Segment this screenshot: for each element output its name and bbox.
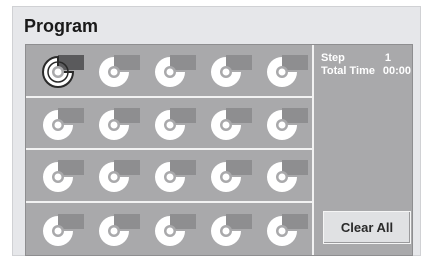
disc-track-icon — [155, 55, 196, 88]
disc-track-icon — [155, 160, 196, 193]
track-slot[interactable] — [208, 51, 252, 89]
track-slot[interactable] — [40, 210, 84, 248]
track-slot[interactable] — [208, 156, 252, 194]
track-slot[interactable] — [208, 104, 252, 142]
track-slot[interactable] — [208, 210, 252, 248]
disc-track-icon — [99, 107, 140, 140]
total-time-label: Total Time — [321, 65, 375, 77]
disc-track-icon — [267, 160, 308, 193]
disc-track-icon — [211, 107, 252, 140]
track-slot[interactable] — [152, 210, 196, 248]
disc-track-icon — [211, 213, 252, 246]
grid-divider — [312, 45, 314, 255]
step-row: Step 1 — [321, 52, 411, 65]
program-info: Step 1 Total Time 00:00 — [321, 52, 411, 78]
disc-track-icon — [99, 55, 140, 88]
disc-track-icon — [267, 107, 308, 140]
track-slot[interactable] — [152, 51, 196, 89]
track-slot[interactable] — [264, 104, 308, 142]
track-slot[interactable] — [96, 156, 140, 194]
disc-track-icon — [155, 107, 196, 140]
track-slot[interactable] — [96, 51, 140, 89]
slot-row — [26, 98, 312, 150]
total-time-value: 00:00 — [382, 65, 411, 77]
track-slot[interactable] — [264, 210, 308, 248]
track-grid — [26, 45, 312, 255]
track-slot[interactable] — [152, 104, 196, 142]
slot-row — [26, 150, 312, 203]
disc-track-icon — [99, 213, 140, 246]
total-time-row: Total Time 00:00 — [321, 65, 411, 78]
track-slot[interactable] — [40, 104, 84, 142]
disc-track-icon — [211, 160, 252, 193]
slot-row — [26, 45, 312, 98]
disc-track-icon — [99, 160, 140, 193]
disc-track-icon — [43, 107, 84, 140]
track-slot[interactable] — [264, 156, 308, 194]
disc-track-icon — [211, 55, 252, 88]
disc-track-icon — [267, 55, 308, 88]
slot-row — [26, 203, 312, 256]
page-title: Program — [24, 16, 99, 36]
disc-track-icon — [267, 213, 308, 246]
disc-track-icon — [43, 213, 84, 246]
disc-track-icon — [155, 213, 196, 246]
track-slot-selected[interactable] — [40, 51, 84, 89]
step-label: Step — [321, 52, 345, 64]
track-slot[interactable] — [152, 156, 196, 194]
track-slot[interactable] — [96, 104, 140, 142]
disc-track-icon — [43, 160, 84, 193]
track-slot[interactable] — [96, 210, 140, 248]
track-slot[interactable] — [40, 156, 84, 194]
step-value: 1 — [384, 52, 391, 64]
track-slot[interactable] — [264, 51, 308, 89]
disc-track-icon — [42, 55, 84, 89]
clear-all-button[interactable]: Clear All — [323, 211, 411, 244]
